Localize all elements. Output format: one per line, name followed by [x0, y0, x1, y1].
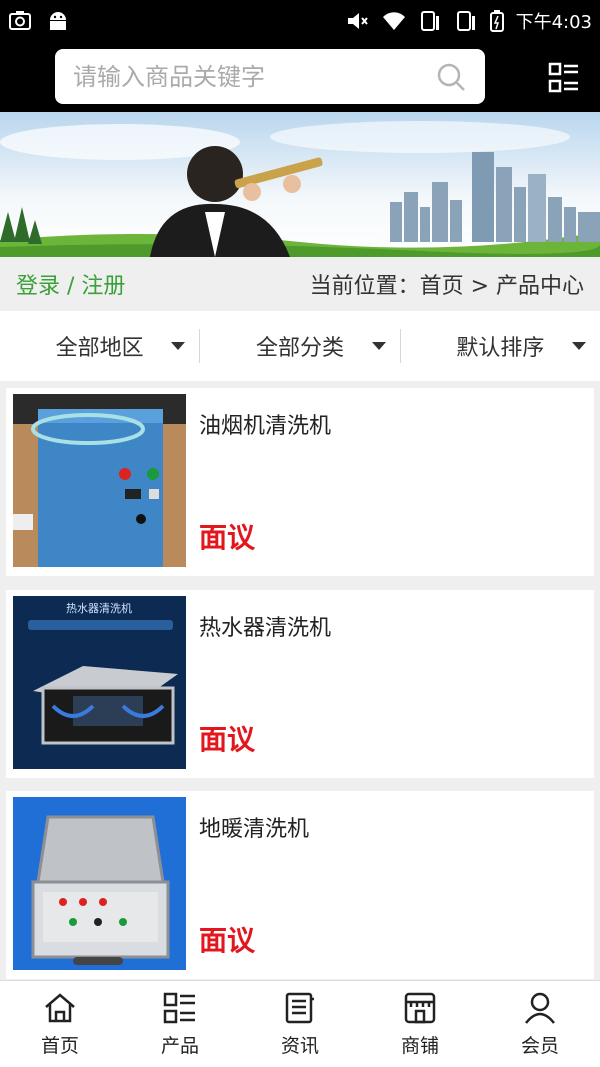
search-box[interactable] [55, 49, 485, 104]
product-name[interactable]: 地暖清洗机 [199, 811, 309, 843]
chevron-down-icon [571, 342, 586, 350]
product-image[interactable] [13, 394, 186, 567]
product-price: 面议 [199, 924, 256, 957]
mute-icon [347, 13, 368, 29]
sim-signal-icon [420, 11, 439, 31]
nav-shop[interactable]: 商铺 [360, 981, 480, 1067]
screenshot-icon [9, 11, 31, 30]
product-image[interactable]: 热水器清洗机 [13, 596, 186, 769]
nav-news[interactable]: 资讯 [240, 981, 360, 1067]
chevron-down-icon [371, 342, 386, 350]
nav-member[interactable]: 会员 [480, 981, 600, 1067]
nav-home[interactable]: 首页 [0, 981, 120, 1067]
product-price: 面议 [199, 521, 256, 554]
nav-shop-label: 商铺 [400, 1034, 439, 1057]
filter-sort-label: 默认排序 [456, 336, 545, 361]
category-menu-icon[interactable] [548, 62, 580, 94]
product-image[interactable] [13, 797, 186, 970]
nav-member-label: 会员 [520, 1034, 559, 1057]
filter-category-label: 全部分类 [255, 336, 344, 361]
product-name[interactable]: 油烟机清洗机 [199, 408, 331, 440]
status-time: 下午4:03 [515, 12, 592, 33]
wifi-icon [382, 12, 405, 30]
filter-sort-dropdown[interactable]: 默认排序 [401, 329, 600, 363]
chevron-down-icon [171, 342, 186, 350]
product-item[interactable]: 地暖清洗机 面议 [6, 791, 594, 979]
bottom-nav: 首页 产品 资讯 商铺 会员 [0, 980, 600, 1067]
product-item[interactable]: 油烟机清洗机 面议 [6, 388, 594, 576]
nav-products[interactable]: 产品 [120, 981, 240, 1067]
filter-region-label: 全部地区 [55, 336, 144, 361]
product-name[interactable]: 热水器清洗机 [199, 610, 331, 642]
status-bar: 下午4:03 [0, 0, 600, 42]
home-icon [45, 992, 75, 1022]
banner-illustration [0, 112, 600, 257]
filter-bar: 全部地区 全部分类 默认排序 [0, 311, 600, 381]
nav-news-label: 资讯 [280, 1034, 319, 1057]
header [0, 42, 600, 112]
product-item[interactable]: 热水器清洗机 热水器清洗机 面议 [6, 590, 594, 778]
search-icon[interactable] [435, 61, 467, 93]
filter-region-dropdown[interactable]: 全部地区 [0, 329, 201, 363]
filter-category-dropdown[interactable]: 全部分类 [200, 329, 401, 363]
search-input[interactable] [73, 62, 413, 91]
banner-image[interactable] [0, 112, 600, 257]
member-icon [525, 992, 555, 1024]
android-icon [50, 12, 66, 30]
sim-signal-2-icon [456, 11, 475, 31]
breadcrumb-bar: 登录 / 注册 当前位置：首页 > 产品中心 [0, 257, 600, 311]
login-register-link[interactable]: 登录 / 注册 [16, 268, 125, 300]
breadcrumb: 当前位置：首页 > 产品中心 [309, 274, 584, 299]
shop-icon [404, 992, 436, 1023]
product-price: 面议 [199, 723, 256, 756]
image-caption: 热水器清洗机 [66, 601, 132, 615]
nav-home-label: 首页 [40, 1034, 79, 1057]
battery-icon [489, 10, 504, 32]
news-icon [285, 992, 314, 1023]
product-grid-icon [163, 992, 195, 1023]
nav-products-label: 产品 [160, 1034, 199, 1057]
